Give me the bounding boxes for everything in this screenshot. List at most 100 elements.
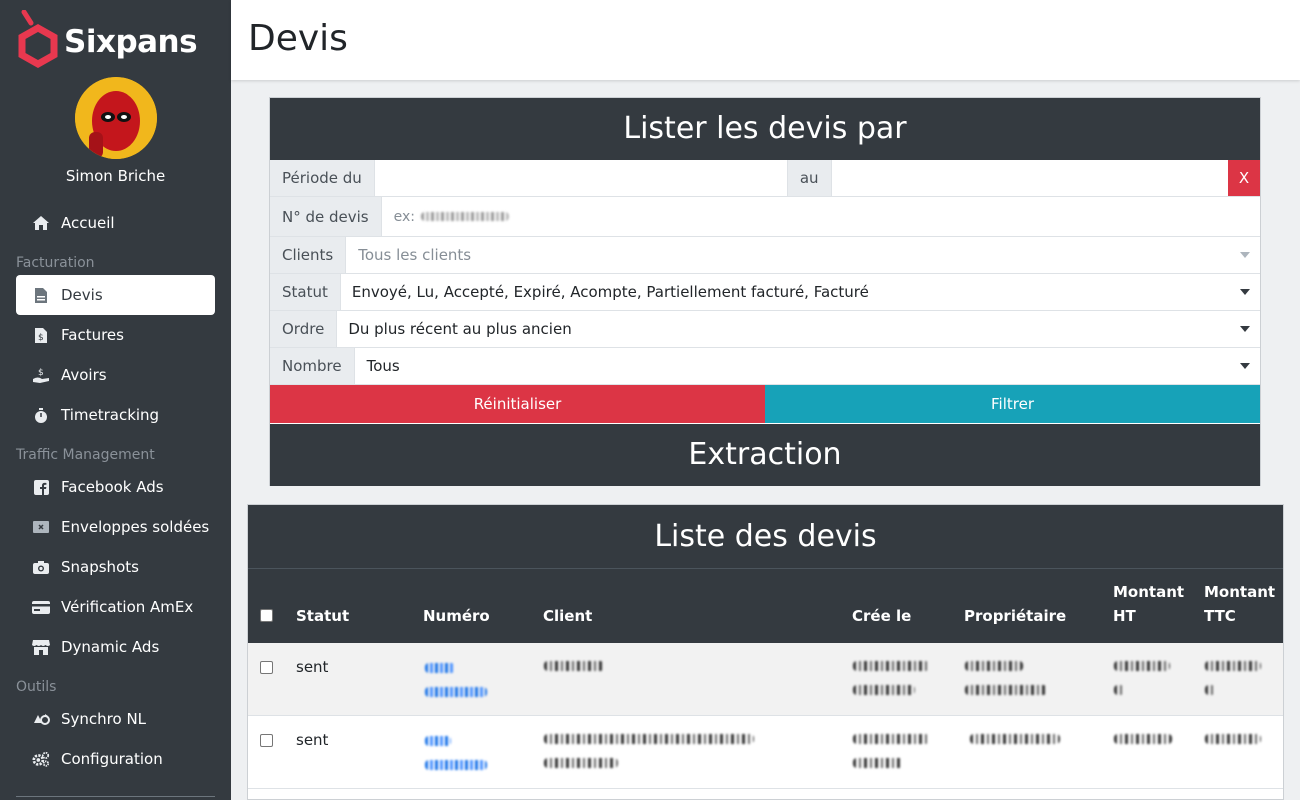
sidebar-item-accueil[interactable]: Accueil bbox=[16, 203, 215, 243]
redacted-text bbox=[853, 734, 929, 744]
status-select[interactable]: Envoyé, Lu, Accepté, Expiré, Acompte, Pa… bbox=[340, 274, 1260, 310]
svg-text:$: $ bbox=[38, 368, 44, 378]
page-title: Devis bbox=[248, 18, 348, 59]
user-name: Simon Briche bbox=[65, 167, 166, 185]
count-row: Nombre Tous bbox=[270, 348, 1260, 385]
clients-label: Clients bbox=[270, 237, 347, 273]
camera-icon bbox=[32, 558, 50, 576]
stopwatch-icon bbox=[32, 406, 50, 424]
row-number-link[interactable] bbox=[425, 663, 489, 711]
filter-actions: Réinitialiser Filtrer bbox=[270, 385, 1260, 423]
sidebar-divider bbox=[16, 796, 215, 797]
sidebar-item-avoirs[interactable]: $ Avoirs bbox=[16, 355, 215, 395]
period-row: Période du au X bbox=[270, 160, 1260, 197]
clients-select-value: Tous les clients bbox=[358, 246, 472, 264]
redacted-text bbox=[1114, 734, 1172, 744]
redacted-text bbox=[1114, 685, 1124, 695]
avatar[interactable] bbox=[75, 77, 157, 159]
sidebar-item-label: Snapshots bbox=[61, 558, 139, 576]
table-row[interactable]: sent bbox=[248, 716, 1283, 789]
column-header-montant-ttc[interactable]: Montant TTC bbox=[1204, 580, 1276, 628]
filter-button[interactable]: Filtrer bbox=[765, 385, 1260, 423]
row-amount-ttc bbox=[1205, 661, 1261, 709]
quotes-table-title: Liste des devis bbox=[248, 505, 1283, 569]
extraction-button[interactable]: Extraction bbox=[270, 424, 1260, 486]
column-header-cree-le[interactable]: Crée le bbox=[852, 604, 911, 628]
redacted-text bbox=[853, 758, 903, 768]
period-to-input[interactable] bbox=[831, 160, 1228, 196]
brand-logo[interactable]: Sixpans bbox=[16, 10, 216, 68]
row-checkbox[interactable] bbox=[260, 734, 273, 747]
sidebar-item-snapshots[interactable]: Snapshots bbox=[16, 547, 215, 587]
row-owner bbox=[965, 661, 1047, 709]
redacted-text bbox=[1205, 734, 1261, 744]
sidebar-item-label: Synchro NL bbox=[61, 710, 147, 728]
chevron-down-icon bbox=[1240, 363, 1250, 369]
row-number-link[interactable] bbox=[425, 736, 489, 784]
sidebar-item-synchro-nl[interactable]: Synchro NL bbox=[16, 699, 215, 739]
store-icon bbox=[32, 638, 50, 656]
redacted-text bbox=[1114, 661, 1170, 671]
table-row[interactable]: sent bbox=[248, 643, 1283, 716]
section-traffic-management: Traffic Management bbox=[16, 447, 155, 463]
filter-panel: Lister les devis par Période du au X N° … bbox=[269, 97, 1261, 486]
row-client bbox=[544, 661, 604, 685]
order-select[interactable]: Du plus récent au plus ancien bbox=[337, 311, 1260, 347]
sidebar-item-label: Facebook Ads bbox=[61, 478, 164, 496]
invoice-icon: $ bbox=[32, 326, 50, 344]
sidebar-item-label: Vérification AmEx bbox=[61, 598, 194, 616]
sidebar: Sixpans Simon Briche Accueil Facturation… bbox=[0, 0, 231, 800]
select-all-checkbox[interactable] bbox=[260, 609, 273, 622]
sidebar-item-label: Timetracking bbox=[61, 406, 160, 424]
number-placeholder-redacted bbox=[421, 212, 509, 221]
status-select-value: Envoyé, Lu, Accepté, Expiré, Acompte, Pa… bbox=[351, 283, 869, 301]
redacted-text bbox=[853, 685, 915, 695]
row-checkbox[interactable] bbox=[260, 661, 273, 674]
row-status: sent bbox=[296, 731, 329, 749]
table-header: Statut Numéro Client Crée le Propriétair… bbox=[248, 569, 1283, 643]
sidebar-item-timetracking[interactable]: Timetracking bbox=[16, 395, 215, 435]
sidebar-item-label: Configuration bbox=[61, 750, 163, 768]
sidebar-item-facebook-ads[interactable]: Facebook Ads bbox=[16, 467, 215, 507]
redacted-text bbox=[970, 734, 1060, 744]
column-header-client[interactable]: Client bbox=[543, 604, 592, 628]
column-header-proprietaire[interactable]: Propriétaire bbox=[964, 604, 1066, 628]
clear-period-button[interactable]: X bbox=[1228, 160, 1260, 196]
sidebar-item-enveloppes-soldees[interactable]: Enveloppes soldées bbox=[16, 507, 215, 547]
sidebar-item-label: Accueil bbox=[61, 214, 115, 232]
column-header-statut[interactable]: Statut bbox=[296, 604, 349, 628]
chevron-down-icon bbox=[1240, 252, 1250, 258]
order-row: Ordre Du plus récent au plus ancien bbox=[270, 311, 1260, 348]
sidebar-item-devis[interactable]: Devis bbox=[16, 275, 215, 315]
page-header: Devis bbox=[231, 0, 1300, 80]
clients-select[interactable]: Tous les clients bbox=[346, 237, 1260, 273]
sidebar-item-dynamic-ads[interactable]: Dynamic Ads bbox=[16, 627, 215, 667]
redacted-text bbox=[1205, 685, 1215, 695]
redacted-text bbox=[425, 736, 451, 746]
chevron-down-icon bbox=[1240, 289, 1250, 295]
sidebar-item-label: Enveloppes soldées bbox=[61, 518, 210, 536]
reset-button[interactable]: Réinitialiser bbox=[270, 385, 765, 423]
number-label: N° de devis bbox=[270, 197, 382, 236]
row-created-at bbox=[853, 661, 929, 709]
sidebar-item-verification-amex[interactable]: Vérification AmEx bbox=[16, 587, 215, 627]
filter-panel-title: Lister les devis par bbox=[270, 98, 1260, 160]
sixpans-logo-icon bbox=[18, 10, 58, 68]
sidebar-item-factures[interactable]: $ Factures bbox=[16, 315, 215, 355]
quotes-table-panel: Liste des devis Statut Numéro Client Cré… bbox=[247, 504, 1284, 800]
number-input[interactable]: ex: bbox=[381, 197, 1260, 236]
svg-text:$: $ bbox=[38, 333, 44, 343]
sidebar-item-label: Factures bbox=[61, 326, 124, 344]
count-select[interactable]: Tous bbox=[354, 348, 1260, 384]
document-icon bbox=[32, 286, 50, 304]
count-label: Nombre bbox=[270, 348, 355, 384]
redacted-text bbox=[425, 760, 487, 770]
column-header-numero[interactable]: Numéro bbox=[423, 604, 490, 628]
period-from-input[interactable] bbox=[374, 160, 787, 196]
redacted-text bbox=[853, 661, 929, 671]
column-header-montant-ht[interactable]: Montant HT bbox=[1113, 580, 1185, 628]
sidebar-item-configuration[interactable]: Configuration bbox=[16, 739, 215, 779]
gears-icon bbox=[32, 750, 50, 768]
avatar-image bbox=[75, 77, 157, 159]
home-icon bbox=[32, 214, 50, 232]
